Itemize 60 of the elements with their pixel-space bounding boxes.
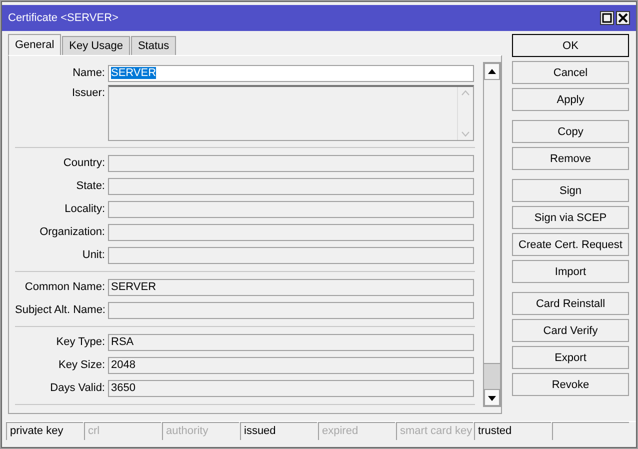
text-area[interactable] xyxy=(108,85,474,141)
status-flag: authority xyxy=(162,422,239,440)
status-flag: trusted xyxy=(474,422,551,440)
status-flag: crl xyxy=(84,422,161,440)
tab[interactable]: Status xyxy=(130,36,176,55)
input-field[interactable] xyxy=(108,247,474,264)
field-label: Key Size: xyxy=(58,358,106,374)
status-flag: expired xyxy=(318,422,395,440)
input-field[interactable] xyxy=(108,302,474,319)
tab[interactable]: Key Usage xyxy=(62,36,130,55)
dialog-button[interactable]: Remove xyxy=(512,147,629,170)
dialog-button[interactable]: Card Verify xyxy=(512,319,629,342)
field-label: Subject Alt. Name: xyxy=(15,303,106,318)
scroll-thumb[interactable] xyxy=(484,363,500,389)
up-chevron-icon xyxy=(461,90,470,96)
dialog-button[interactable]: Card Reinstall xyxy=(512,292,629,315)
dialog-button[interactable]: Apply xyxy=(512,88,629,111)
dialog-button[interactable]: Cancel xyxy=(512,61,629,84)
input-field[interactable] xyxy=(108,178,474,195)
dialog-button[interactable]: Create Cert. Request xyxy=(512,233,629,256)
up-arrow-icon xyxy=(488,68,496,74)
tab[interactable]: General xyxy=(8,34,62,55)
field-label: Days Valid: xyxy=(49,381,106,396)
scroll-down-button[interactable] xyxy=(484,389,500,406)
field-label: Organization: xyxy=(38,225,106,240)
close-icon xyxy=(618,13,628,23)
field-label: State: xyxy=(75,179,106,194)
dialog-button[interactable]: Copy xyxy=(512,120,629,143)
input-field[interactable]: 3650 xyxy=(108,380,474,397)
scrollbar[interactable] xyxy=(483,62,501,407)
dialog-button[interactable]: Sign via SCEP xyxy=(512,206,629,229)
field-label: Issuer: xyxy=(70,86,106,101)
dialog-button[interactable]: Revoke xyxy=(512,373,629,396)
field-label: Locality: xyxy=(64,202,106,218)
field-label: Name: xyxy=(72,66,106,82)
dialog-button[interactable]: Import xyxy=(512,260,629,283)
down-chevron-icon xyxy=(461,131,470,137)
dialog-button[interactable]: Export xyxy=(512,346,629,369)
status-flag: private key xyxy=(6,422,83,440)
input-field[interactable] xyxy=(108,201,474,218)
field-label: Common Name: xyxy=(24,280,106,296)
dialog-button[interactable]: Sign xyxy=(512,179,629,202)
input-field[interactable]: SERVER xyxy=(108,279,474,296)
input-field[interactable] xyxy=(108,224,474,241)
field-label: Country: xyxy=(62,156,106,172)
status-flag: issued xyxy=(240,422,317,440)
field-label: Key Type: xyxy=(55,335,106,350)
input-field[interactable]: SERVER xyxy=(108,65,474,82)
input-field[interactable]: RSA xyxy=(108,334,474,351)
maximize-icon xyxy=(602,13,612,23)
down-arrow-icon xyxy=(488,394,496,400)
input-field[interactable] xyxy=(108,155,474,172)
close-button[interactable] xyxy=(616,11,630,25)
maximize-button[interactable] xyxy=(600,11,614,25)
dialog-button[interactable]: OK xyxy=(512,34,629,57)
scroll-up-button[interactable] xyxy=(484,63,500,80)
status-flag: smart card key xyxy=(396,422,473,440)
input-field[interactable]: 2048 xyxy=(108,357,474,374)
window-title: Certificate <SERVER> xyxy=(8,10,120,26)
field-label: Unit: xyxy=(81,248,106,264)
